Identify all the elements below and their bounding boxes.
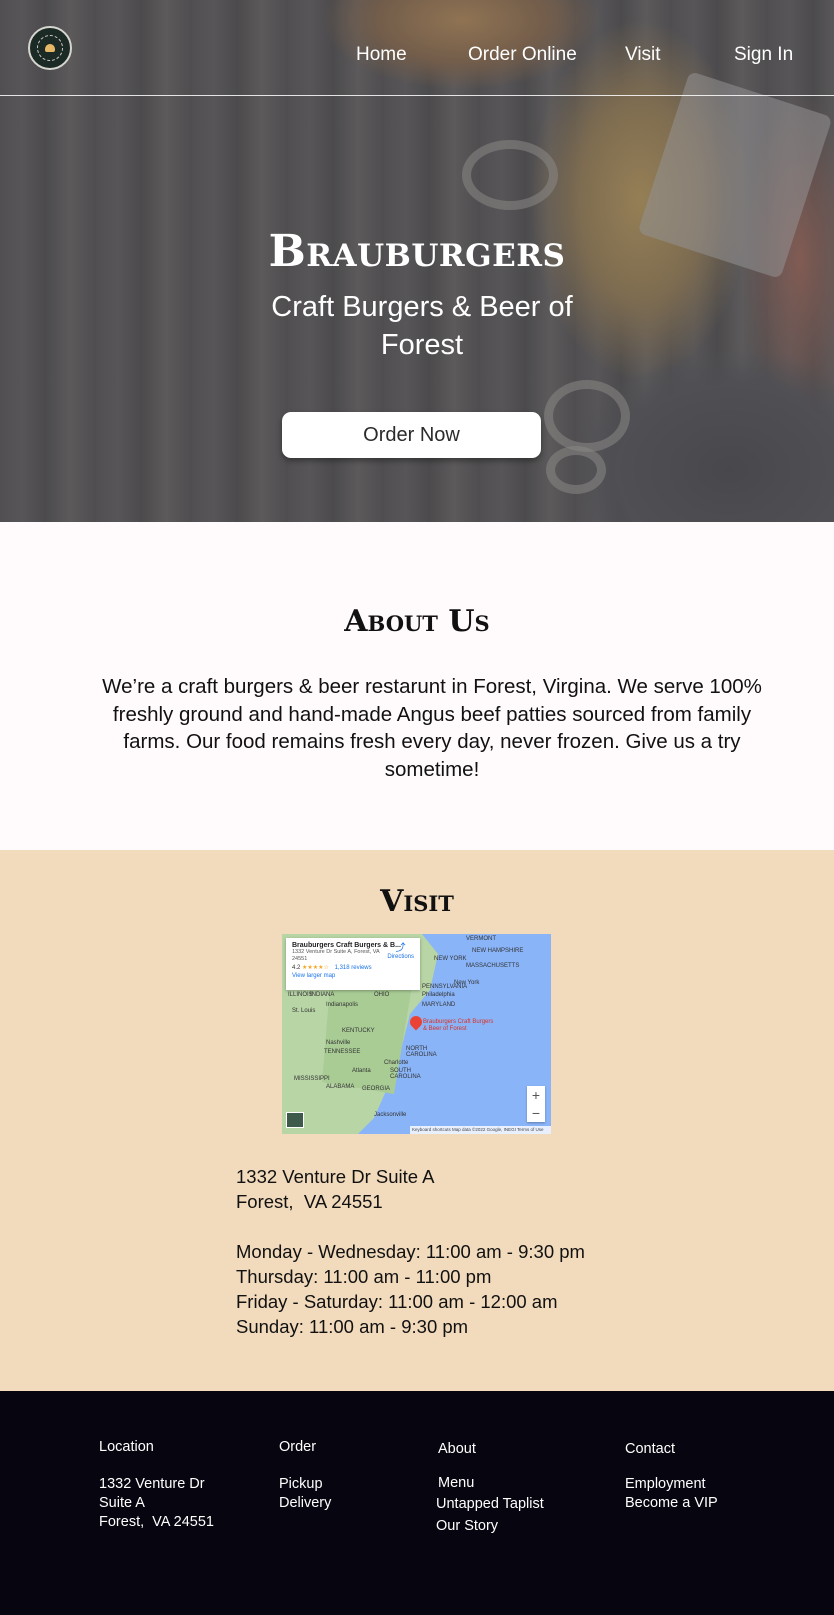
zoom-in-button[interactable]: + bbox=[532, 1087, 540, 1103]
hero-subtitle: Craft Burgers & Beer of Forest bbox=[271, 291, 573, 361]
directions-label: Directions bbox=[387, 954, 414, 960]
burger-icon bbox=[45, 44, 55, 52]
map-label: Philadelphia bbox=[422, 992, 455, 998]
star-rating-icon: ★★★★☆ bbox=[302, 965, 329, 971]
nav-link-home[interactable]: Home bbox=[356, 44, 407, 66]
directions-icon: ⤴ bbox=[395, 943, 406, 954]
footer-link-our-story[interactable]: Our Story bbox=[436, 1515, 544, 1537]
about-title: About Us bbox=[344, 604, 490, 639]
footer-link-menu[interactable]: Menu bbox=[438, 1474, 544, 1493]
map-label: MASSACHUSETTS bbox=[466, 963, 520, 969]
map-label: SOUTH CAROLINA bbox=[390, 1068, 421, 1080]
footer-link-pickup[interactable]: Pickup bbox=[279, 1475, 331, 1494]
map-label: TENNESSEE bbox=[324, 1049, 361, 1055]
hero-title: Brauburgers bbox=[268, 226, 566, 277]
footer-address-line: Suite A bbox=[99, 1495, 145, 1511]
map-attribution: Keyboard shortcuts Map data ©2022 Google… bbox=[410, 1126, 551, 1134]
view-larger-map-link[interactable]: View larger map bbox=[292, 973, 414, 979]
map-label: ALABAMA bbox=[326, 1084, 355, 1090]
map-label: Charlotte bbox=[384, 1060, 409, 1066]
map-label: Atlanta bbox=[352, 1068, 371, 1074]
site-footer: Location 1332 Venture Dr Suite A Forest,… bbox=[0, 1391, 834, 1615]
map-pin-icon[interactable] bbox=[407, 1013, 425, 1031]
visit-title: Visit bbox=[380, 884, 454, 919]
map-rating: 4.2 ★★★★☆ 1,318 reviews bbox=[292, 964, 414, 971]
map-rating-value: 4.2 bbox=[292, 965, 301, 971]
map-label: PENNSYLVANIA bbox=[422, 984, 468, 990]
footer-link-taplist[interactable]: Untapped Taplist bbox=[436, 1493, 544, 1515]
about-text: We’re a craft burgers & beer restarunt i… bbox=[102, 675, 762, 781]
address-line: Forest, VA 24551 bbox=[236, 1191, 383, 1212]
map-label: MARYLAND bbox=[422, 1002, 456, 1008]
map-layer-toggle[interactable] bbox=[286, 1112, 304, 1128]
map-label: VERMONT bbox=[466, 936, 496, 942]
top-nav: Home Order Online Visit Sign In bbox=[0, 0, 834, 96]
footer-order-column: Order Pickup Delivery bbox=[279, 1439, 331, 1513]
map-label: ILLINOIS bbox=[288, 992, 313, 998]
map-label: OHIO bbox=[374, 992, 390, 998]
logo-badge-icon bbox=[37, 35, 63, 61]
zoom-out-button[interactable]: − bbox=[532, 1105, 540, 1121]
directions-button[interactable]: ⤴ Directions bbox=[387, 943, 414, 961]
hours-line: Sunday: 11:00 am - 9:30 pm bbox=[236, 1316, 469, 1337]
map-zoom-control: + − bbox=[527, 1086, 545, 1122]
map-label: NORTH CAROLINA bbox=[406, 1046, 437, 1058]
brand-logo[interactable] bbox=[28, 26, 72, 70]
footer-contact-column: Contact Employment Become a VIP bbox=[625, 1441, 718, 1513]
footer-link-employment[interactable]: Employment bbox=[625, 1475, 718, 1494]
footer-heading: About bbox=[438, 1441, 476, 1457]
map-label: NEW HAMPSHIRE bbox=[472, 948, 524, 954]
opening-hours: Monday - Wednesday: 11:00 am - 9:30 pm T… bbox=[236, 1239, 585, 1339]
map-reviews-link[interactable]: 1,318 reviews bbox=[335, 965, 372, 971]
nav-link-sign-in[interactable]: Sign In bbox=[734, 44, 793, 66]
footer-address-line: 1332 Venture Dr bbox=[99, 1476, 205, 1492]
nav-link-order-online[interactable]: Order Online bbox=[468, 44, 577, 66]
map-label: Jacksonville bbox=[374, 1112, 407, 1118]
map-label: Nashville bbox=[326, 1040, 351, 1046]
map-place-address: 1332 Venture Dr Suite A, Forest, VA 2455… bbox=[292, 949, 380, 962]
visit-address: 1332 Venture Dr Suite A Forest, VA 24551 bbox=[236, 1164, 435, 1214]
nav-link-visit[interactable]: Visit bbox=[625, 44, 661, 66]
map-label: St. Louis bbox=[292, 1008, 316, 1014]
map-pin-label: Brauburgers Craft Burgers & Beer of Fore… bbox=[423, 1019, 494, 1032]
order-now-button[interactable]: Order Now bbox=[282, 412, 541, 458]
hours-line: Thursday: 11:00 am - 11:00 pm bbox=[236, 1266, 492, 1287]
map-label: KENTUCKY bbox=[342, 1028, 375, 1034]
footer-link-become-vip[interactable]: Become a VIP bbox=[625, 1494, 718, 1513]
footer-heading: Order bbox=[279, 1439, 317, 1455]
hours-line: Friday - Saturday: 11:00 am - 12:00 am bbox=[236, 1291, 558, 1312]
map-label: NEW YORK bbox=[434, 956, 467, 962]
embedded-map[interactable]: VERMONT NEW HAMPSHIRE NEW YORK MASSACHUS… bbox=[282, 934, 551, 1134]
map-label: MISSISSIPPI bbox=[294, 1076, 330, 1082]
hours-line: Monday - Wednesday: 11:00 am - 9:30 pm bbox=[236, 1241, 585, 1262]
map-place-card: Brauburgers Craft Burgers & B... 1332 Ve… bbox=[286, 938, 420, 990]
footer-address-line: Forest, VA 24551 bbox=[99, 1514, 214, 1530]
map-label: Indianapolis bbox=[326, 1002, 359, 1008]
address-line: 1332 Venture Dr Suite A bbox=[236, 1166, 435, 1187]
footer-heading: Location bbox=[99, 1439, 154, 1455]
hero-section: Home Order Online Visit Sign In Brauburg… bbox=[0, 0, 834, 522]
map-label: INDIANA bbox=[310, 992, 335, 998]
footer-location-column: Location 1332 Venture Dr Suite A Forest,… bbox=[99, 1439, 214, 1532]
footer-link-delivery[interactable]: Delivery bbox=[279, 1494, 331, 1513]
footer-heading: Contact bbox=[625, 1441, 675, 1457]
footer-about-column: About Menu Untapped Taplist Our Story bbox=[436, 1439, 544, 1537]
map-label: GEORGIA bbox=[362, 1086, 391, 1092]
